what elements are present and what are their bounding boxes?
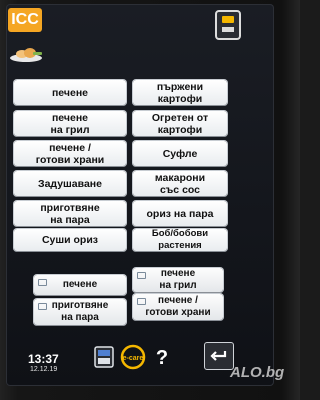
dish-icon (10, 48, 42, 62)
program-button-zadushavane[interactable]: Задушаване (14, 171, 126, 196)
back-icon (210, 351, 227, 361)
program-button-bob-bobovi-rasteniya[interactable]: Боб/бобови растения (133, 228, 227, 251)
program-button-prigotvyane-na-para[interactable]: приготвяне на пара (14, 201, 126, 226)
brand-logo: ICC (8, 8, 42, 32)
favorite-button-pechene-gotovi-hrani[interactable]: печене / готови храни (133, 294, 223, 320)
favorite-button-pechene[interactable]: печене (34, 275, 126, 295)
program-button-pechene[interactable]: печене (14, 80, 126, 105)
cabinet-icon[interactable] (92, 344, 116, 370)
program-button-pechene-gotovi-hrani[interactable]: печене / готови храни (14, 141, 126, 166)
favorite-icon (38, 279, 47, 286)
help-glyph: ? (156, 347, 168, 369)
favorite-icon (38, 303, 47, 310)
favorite-button-prigotvyane-na-para[interactable]: приготвяне на пара (34, 299, 126, 325)
program-button-makaroni-sas-sos[interactable]: макарони със сос (133, 171, 227, 196)
favorite-icon (137, 272, 146, 279)
oven-device-icon[interactable] (215, 10, 241, 40)
oven-indicator (222, 16, 234, 23)
favorite-button-pechene-na-gril[interactable]: печене на грил (133, 268, 223, 292)
program-button-oriz-na-para[interactable]: ориз на пара (133, 201, 227, 226)
watermark-logo: ALO.bg (230, 364, 285, 381)
program-button-parzheni-kartofi[interactable]: пържени картофи (133, 80, 227, 105)
favorite-icon (137, 298, 146, 305)
clock-time: 13:37 (28, 352, 59, 366)
program-button-ogreten-ot-kartofi[interactable]: Огретен от картофи (133, 111, 227, 136)
clock-date: 12.12.19 (30, 366, 58, 373)
oven-slot (222, 27, 234, 32)
ecare-icon[interactable]: e-care (120, 344, 146, 370)
program-button-pechene-na-gril[interactable]: печене на грил (14, 111, 126, 136)
ecare-label: e-care (123, 355, 144, 362)
program-button-sufle[interactable]: Суфле (133, 141, 227, 166)
program-button-sushi-oriz[interactable]: Суши ориз (14, 229, 126, 251)
help-icon[interactable]: ? (150, 344, 174, 370)
